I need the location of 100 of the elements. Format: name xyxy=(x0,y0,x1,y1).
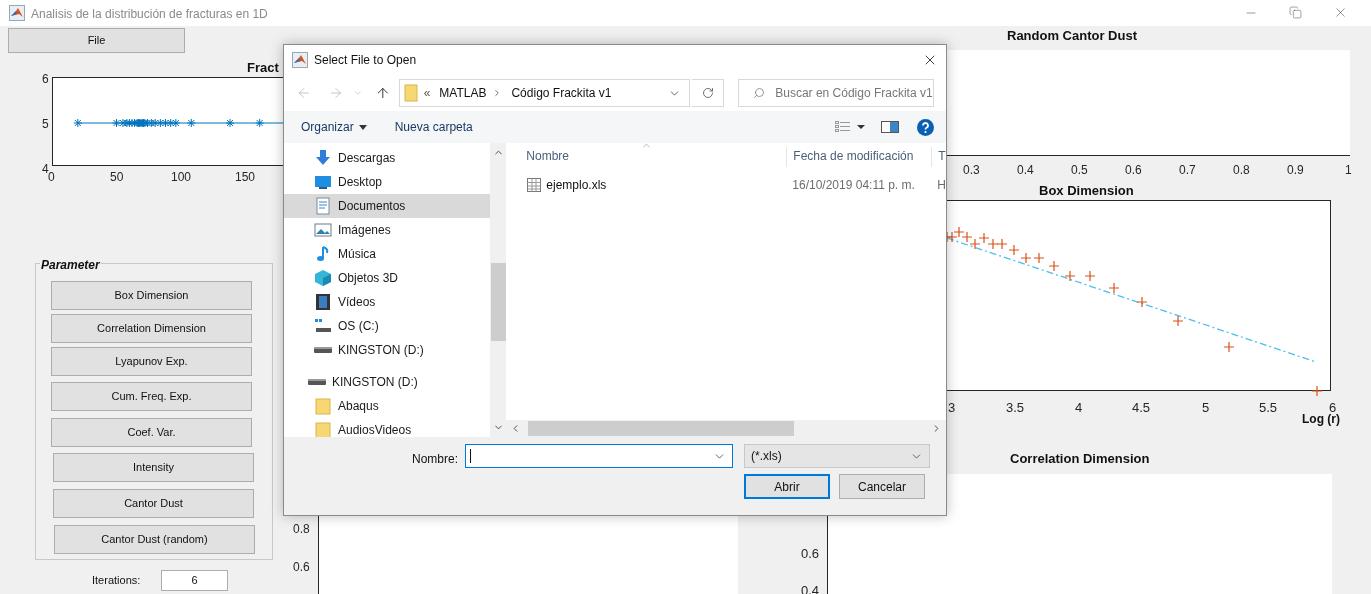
table-cell-text: H xyxy=(936,177,946,194)
window-title: Analisis de la distribución de fracturas en 1D xyxy=(31,6,268,23)
dialog-title: Select File to Open xyxy=(314,52,417,69)
tick-label: 0.3 xyxy=(963,162,980,179)
tick-label: 4 xyxy=(42,161,49,176)
nav-item[interactable]: KINGSTON (D:) xyxy=(284,370,491,394)
tick-label: 0.9 xyxy=(1287,162,1304,179)
nav-item[interactable]: Abaqus xyxy=(284,394,491,418)
tick-label: 100 xyxy=(171,169,192,186)
dialog-button[interactable]: Cancelar xyxy=(839,474,925,499)
monitor-icon xyxy=(314,173,332,191)
tick-label: 0.7 xyxy=(1179,162,1196,179)
iterations-field[interactable]: 6 xyxy=(161,570,228,591)
tick-label: 5 xyxy=(42,116,49,133)
file-date: 16/10/2019 04:11 p. m. xyxy=(791,177,916,194)
caret-icon xyxy=(358,124,367,130)
nav-item[interactable]: Documentos xyxy=(284,194,491,218)
tick-label: 6 xyxy=(1329,399,1337,415)
nav-item[interactable]: Música xyxy=(284,242,491,266)
download-arrow-icon xyxy=(314,149,332,167)
tick-label: 0.6 xyxy=(1125,162,1142,179)
scroll-thumb[interactable] xyxy=(528,421,795,436)
command-button[interactable]: Organizar xyxy=(301,118,367,136)
nav-item[interactable]: OS (C:) xyxy=(284,314,491,338)
tick-label: 3.5 xyxy=(1006,399,1025,417)
tick-label: 0.6 xyxy=(293,559,310,576)
search-icon xyxy=(753,87,766,99)
restore-icon[interactable] xyxy=(1289,6,1302,19)
horizontal-scrollbar[interactable] xyxy=(506,420,946,437)
tick-label: 0.5 xyxy=(1071,162,1088,179)
nav-item[interactable]: Imágenes xyxy=(284,218,491,242)
view-options-icon[interactable] xyxy=(835,120,865,134)
nav-item[interactable]: Desktop xyxy=(284,170,491,194)
dialog-button[interactable]: Abrir xyxy=(744,474,830,499)
folder-icon xyxy=(403,84,418,102)
column-header[interactable]: T xyxy=(931,147,946,167)
tick-label: 150 xyxy=(235,169,256,186)
refresh-button[interactable] xyxy=(691,79,725,107)
app-icon xyxy=(9,5,25,21)
parameter-button[interactable]: Cantor Dust (random) xyxy=(54,525,255,554)
tick-label: 0.4 xyxy=(1017,162,1034,179)
dialog-icon xyxy=(292,52,308,68)
preview-pane-icon[interactable] xyxy=(881,121,899,133)
tick-label: 6 xyxy=(42,71,49,88)
tick-label: 0.8 xyxy=(293,521,310,538)
scrollbar[interactable] xyxy=(490,143,507,437)
axis-label: Log (r) xyxy=(1302,412,1340,428)
plot-title: Random Cantor Dust xyxy=(1007,27,1137,45)
scroll-thumb[interactable] xyxy=(491,263,507,341)
image-icon xyxy=(314,221,332,239)
spreadsheet-icon xyxy=(526,177,543,193)
nav-item[interactable]: Vídeos xyxy=(284,290,491,314)
breadcrumb-overflow[interactable]: « xyxy=(423,84,431,102)
plot-title: Fract xyxy=(247,59,279,77)
tick-label: 3 xyxy=(948,399,956,417)
document-icon xyxy=(314,197,332,215)
cube-icon xyxy=(314,269,332,287)
breadcrumb-item[interactable]: MATLAB xyxy=(439,84,487,102)
filename-label: Nombre: xyxy=(412,451,458,468)
filetype-select[interactable]: (*.xls) xyxy=(744,444,930,468)
tick-label: 4.5 xyxy=(1132,399,1151,417)
tick-label: 50 xyxy=(110,169,124,186)
folder-icon xyxy=(314,397,332,415)
drive-icon xyxy=(314,317,332,335)
parameter-button[interactable]: Intensity xyxy=(53,453,254,482)
filename-field[interactable] xyxy=(465,444,733,468)
plot-title: Correlation Dimension xyxy=(1010,450,1150,468)
parameter-button[interactable]: Box Dimension xyxy=(51,281,252,310)
parameter-button[interactable]: Cantor Dust xyxy=(53,489,254,518)
up-icon[interactable] xyxy=(375,85,391,101)
nav-item[interactable]: AudiosVideos xyxy=(284,418,491,437)
parameter-button[interactable]: Correlation Dimension xyxy=(51,314,252,343)
drive-icon xyxy=(314,347,332,353)
tick-label: 1 xyxy=(1345,162,1352,179)
tick-label: 5 xyxy=(1202,399,1210,417)
file-button[interactable]: File xyxy=(8,28,185,53)
film-icon xyxy=(314,293,332,311)
drive-icon xyxy=(308,379,326,385)
plot-title: Box Dimension xyxy=(1039,182,1134,200)
refresh-icon xyxy=(701,87,714,99)
back-icon[interactable] xyxy=(296,85,312,101)
tick-label: 0.8 xyxy=(1233,162,1250,179)
breadcrumb-item[interactable]: Código Frackita v1 xyxy=(511,84,612,102)
file-name[interactable]: ejemplo.xls xyxy=(546,176,607,194)
tick-label: 4 xyxy=(1075,399,1083,417)
tick-label: 5.5 xyxy=(1259,399,1278,417)
search-field[interactable]: Buscar en Código Frackita v1 xyxy=(738,79,934,107)
tick-label: 0.6 xyxy=(801,545,820,563)
tick-label: 0 xyxy=(48,170,55,186)
parameter-button[interactable]: Lyapunov Exp. xyxy=(51,347,252,376)
nav-item[interactable]: Objetos 3D xyxy=(284,266,491,290)
address-bar[interactable]: « MATLAB Código Frackita v1 xyxy=(398,79,690,107)
command-button[interactable]: Nueva carpeta xyxy=(394,118,473,136)
column-header[interactable]: Fecha de modificación xyxy=(786,147,932,167)
column-header[interactable]: Nombre xyxy=(526,147,787,167)
nav-item[interactable]: Descargas xyxy=(284,146,491,170)
parameter-button[interactable]: Cum. Freq. Exp. xyxy=(51,382,252,411)
help-icon[interactable] xyxy=(917,118,934,136)
parameter-button[interactable]: Coef. Var. xyxy=(51,418,252,447)
nav-item[interactable]: KINGSTON (D:) xyxy=(284,338,491,362)
